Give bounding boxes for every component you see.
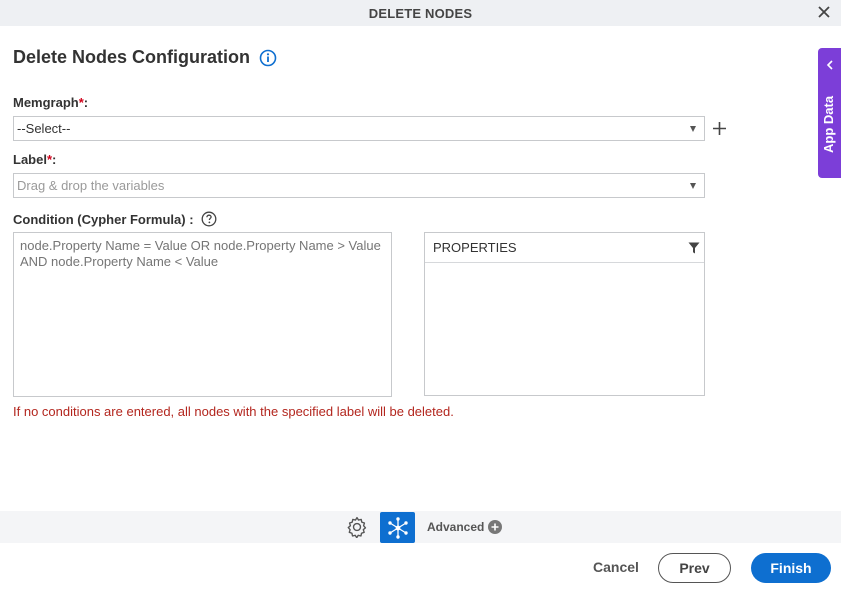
add-circle-icon [488,520,503,534]
configuration-heading: Delete Nodes Configuration [13,47,277,68]
memgraph-label-text: Memgraph [13,95,79,110]
app-data-label: App Data [821,95,836,153]
page-title: Delete Nodes Configuration [13,47,251,67]
chevron-down-icon [690,183,696,189]
filter-icon[interactable] [688,242,700,254]
condition-formula-input[interactable] [13,232,392,397]
properties-header: PROPERTIES [425,233,704,263]
chevron-down-icon [690,126,696,132]
memgraph-label-colon: : [83,95,89,110]
properties-header-label: PROPERTIES [433,240,517,255]
gear-icon[interactable] [346,516,368,538]
node-network-glyph [387,516,408,539]
memgraph-select[interactable]: --Select-- [13,116,705,141]
advanced-label: Advanced [427,520,485,534]
memgraph-label: Memgraph*: [13,95,88,110]
node-network-icon[interactable] [380,512,415,543]
close-icon[interactable] [816,4,832,20]
label-select[interactable]: Drag & drop the variables [13,173,705,198]
label-select-placeholder: Drag & drop the variables [17,178,165,193]
prev-button[interactable]: Prev [658,553,731,583]
memgraph-selected-value: --Select-- [17,121,71,136]
finish-button[interactable]: Finish [751,553,831,583]
warning-message: If no conditions are entered, all nodes … [13,404,454,419]
advanced-toggle[interactable]: Advanced [427,520,503,534]
plus-icon[interactable] [711,120,728,137]
condition-label-text: Condition (Cypher Formula) : [13,211,194,227]
help-icon[interactable] [201,211,217,227]
info-icon[interactable] [259,49,277,67]
condition-label: Condition (Cypher Formula) : [13,211,217,227]
chevron-left-icon [826,60,833,70]
label-field-label: Label*: [13,152,56,167]
bottom-toolbar [0,511,841,543]
properties-panel: PROPERTIES [424,232,705,396]
dialog-title: DELETE NODES [368,5,473,21]
label-field-label-colon: : [52,152,57,167]
app-data-side-tab[interactable]: App Data [818,48,841,178]
label-field-label-text: Label [13,152,47,167]
cancel-button[interactable]: Cancel [590,552,642,582]
dialog-titlebar: DELETE NODES [0,0,841,26]
